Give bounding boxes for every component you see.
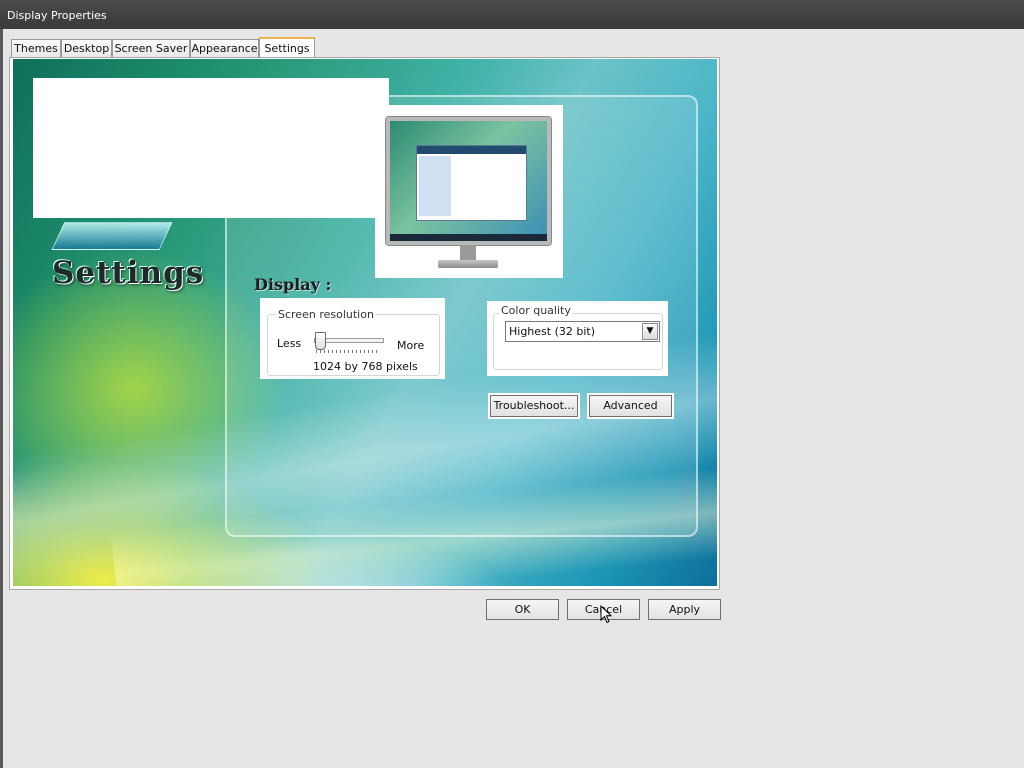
advanced-button[interactable]: Advanced [589, 395, 672, 417]
more-label: More [397, 339, 425, 352]
resolution-slider-thumb[interactable] [315, 332, 326, 350]
settings-heading: Settings [52, 255, 205, 291]
mouse-cursor-icon [600, 605, 613, 624]
blank-image-area [33, 78, 389, 218]
color-quality-select[interactable]: Highest (32 bit) ▼ [505, 321, 660, 342]
color-quality-title: Color quality [499, 304, 573, 317]
less-label: Less [277, 337, 302, 350]
resolution-title: Screen resolution [276, 308, 376, 321]
tab-screen-saver[interactable]: Screen Saver [112, 39, 190, 57]
preview-taskbar [390, 234, 547, 241]
tab-themes[interactable]: Themes [11, 39, 61, 57]
display-label: Display : [254, 275, 332, 294]
tab-settings[interactable]: Settings [259, 37, 315, 59]
monitor-preview-icon [386, 117, 551, 245]
tab-desktop[interactable]: Desktop [61, 39, 112, 57]
slider-ticks [316, 350, 380, 353]
monitor-stand [460, 245, 476, 261]
apply-button[interactable]: Apply [648, 599, 721, 620]
tab-appearance[interactable]: Appearance [190, 39, 259, 57]
color-quality-value: Highest (32 bit) [509, 325, 596, 338]
window-edge [0, 29, 3, 768]
monitor-base [438, 260, 498, 268]
preview-window [416, 145, 527, 221]
title-bar: Display Properties [0, 0, 1024, 29]
window-title: Display Properties [7, 9, 107, 22]
glass-plate-icon [51, 222, 173, 250]
ok-button[interactable]: OK [486, 599, 559, 620]
troubleshoot-button[interactable]: Troubleshoot... [490, 395, 578, 417]
resolution-value: 1024 by 768 pixels [313, 360, 418, 373]
dropdown-arrow-icon[interactable]: ▼ [642, 323, 658, 340]
